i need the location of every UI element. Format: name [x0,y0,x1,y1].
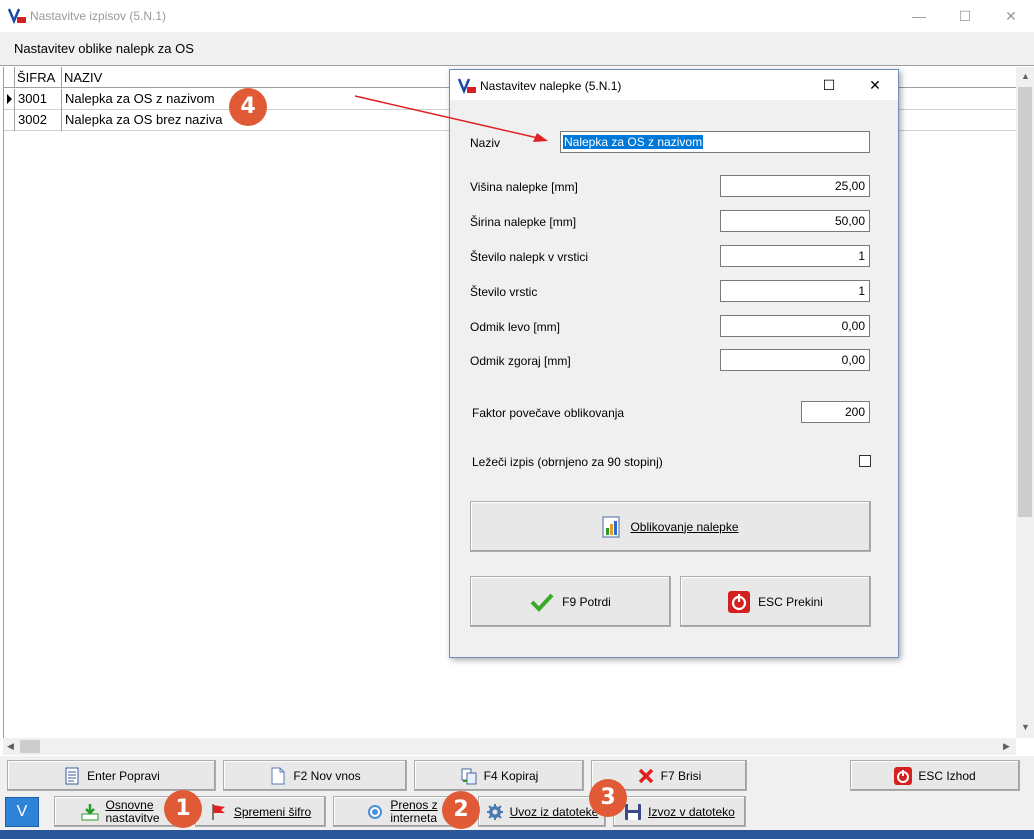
row-indicator [4,110,15,131]
sirina-input[interactable]: 50,00 [720,210,870,232]
f4-kopiraj-button[interactable]: F4 Kopiraj [414,760,584,791]
red-flag-icon [212,803,225,820]
uvoz-label: Uvoz iz datoteke [509,804,599,819]
f7-brisi-label: F7 Brisi [660,768,702,783]
copy-icon [461,768,477,784]
faktor-label: Faktor povečave oblikovanja [472,406,625,420]
izvoz-v-datoteko-button[interactable]: Izvoz v datoteko [613,796,746,827]
uvoz-iz-datoteke-button[interactable]: Uvoz iz datoteke [478,796,606,827]
nastavitev-nalepke-dialog: Nastavitev nalepke (5.N.1) ☐ ✕ Naziv Nal… [449,69,899,658]
minimize-button[interactable]: — [896,0,942,32]
dialog-close-button[interactable]: ✕ [852,70,898,100]
cell-sifra[interactable]: 3001 [15,89,62,110]
osnovne-line1: Osnovne [105,797,154,812]
indicator-header [4,67,15,88]
report-chart-icon [602,516,620,537]
prenos-label: Prenos z interneta [390,797,438,825]
current-row-arrow-icon [7,94,12,104]
lezeci-label: Ležeči izpis (obrnjeno za 90 stopinj) [472,455,663,469]
naziv-input[interactable]: Nalepka za OS z nazivom [560,131,870,153]
step-badge-1: 1 [164,790,202,828]
potrdi-label: F9 Potrdi [562,594,611,609]
row-indicator [4,89,15,110]
izvoz-label: Izvoz v datoteko [648,804,735,819]
odmik-zgoraj-label: Odmik zgoraj [mm] [470,354,571,368]
close-button[interactable]: ✕ [988,0,1034,32]
prekini-label: ESC Prekini [758,594,823,609]
delete-x-icon [638,768,653,783]
power-exit-icon [894,766,913,785]
prenos-line2: interneta [390,810,438,825]
lezeci-checkbox[interactable] [859,455,871,467]
osnovne-line2: nastavitve [105,810,160,825]
esc-prekini-button[interactable]: ESC Prekini [680,576,871,627]
window-titlebar: Nastavitve izpisov (5.N.1) — ☐ ✕ [0,0,1034,32]
faktor-input[interactable]: 200 [801,401,870,423]
dialog-titlebar: Nastavitev nalepke (5.N.1) ☐ ✕ [450,70,898,100]
stevilo-vrstic-input[interactable]: 1 [720,280,870,302]
oblikovanje-nalepke-button[interactable]: Oblikovanje nalepke [470,501,871,552]
scrollbar-thumb[interactable] [20,740,40,753]
download-icon [81,803,99,820]
dialog-maximize-button[interactable]: ☐ [806,70,852,100]
stevilo-vrstic-label: Število vrstic [470,285,538,299]
odmik-levo-label: Odmik levo [mm] [470,320,561,334]
step-badge-3: 3 [589,779,627,817]
odmik-levo-input[interactable]: 0,00 [720,315,870,337]
dialog-title: Nastavitev nalepke (5.N.1) [480,79,622,93]
scroll-right-icon[interactable]: ▶ [1003,741,1010,752]
app-logo-icon [8,8,26,24]
document-edit-icon [65,767,79,784]
page-subtitle-bar: Nastavitev oblike nalepk za OS [0,32,1034,66]
naziv-label: Naziv [470,136,501,150]
f2-nov-vnos-label: F2 Nov vnos [293,768,361,783]
f9-potrdi-button[interactable]: F9 Potrdi [470,576,671,627]
page-subtitle: Nastavitev oblike nalepk za OS [14,41,194,56]
scroll-down-icon[interactable]: ▼ [1021,722,1030,732]
status-strip [0,830,1034,839]
toolbar-actions: Enter Popravi F2 Nov vnos F4 Kopiraj F7 … [0,756,1034,794]
naziv-value: Nalepka za OS z nazivom [563,135,704,149]
floppy-save-icon [625,803,642,820]
maximize-button[interactable]: ☐ [942,0,988,32]
refresh-sync-icon [368,804,383,819]
prenos-line1: Prenos z [390,797,438,812]
v-menu-button[interactable]: V [5,797,39,827]
esc-izhod-label: ESC Izhod [918,768,976,783]
f2-nov-vnos-button[interactable]: F2 Nov vnos [223,760,407,791]
column-header-sifra[interactable]: ŠIFRA [15,67,62,88]
osnovne-nastavitve-label: Osnovne nastavitve [105,797,160,825]
column-header-naziv[interactable]: NAZIV [62,67,452,88]
f4-kopiraj-label: F4 Kopiraj [483,768,539,783]
odmik-zgoraj-input[interactable]: 0,00 [720,349,870,371]
step-badge-4: 4 [229,88,267,126]
scroll-left-icon[interactable]: ◀ [7,741,14,752]
visina-label: Višina nalepke [mm] [470,180,578,194]
cell-sifra[interactable]: 3002 [15,110,62,131]
scroll-up-icon[interactable]: ▲ [1021,71,1030,81]
window-title: Nastavitve izpisov (5.N.1) [30,9,167,23]
checkmark-icon [530,593,554,612]
stevilo-nalepk-input[interactable]: 1 [720,245,870,267]
visina-input[interactable]: 25,00 [720,175,870,197]
new-document-icon [271,767,285,784]
sirina-label: Širina nalepke [mm] [470,215,577,229]
enter-popravi-label: Enter Popravi [87,768,160,783]
horizontal-scrollbar[interactable]: ◀ ▶ [3,738,1016,755]
spremeni-sifro-label: Spremeni šifro [233,804,312,819]
enter-popravi-button[interactable]: Enter Popravi [7,760,216,791]
stevilo-nalepk-label: Število nalepk v vrstici [470,250,589,264]
scrollbar-thumb[interactable] [1018,87,1032,517]
power-cancel-icon [728,590,751,613]
vertical-scrollbar[interactable]: ▲ ▼ [1016,67,1034,738]
esc-izhod-button[interactable]: ESC Izhod [850,760,1020,791]
spremeni-sifro-button[interactable]: Spremeni šifro [195,796,326,827]
step-badge-2: 2 [442,791,480,829]
dialog-app-icon [458,78,476,94]
gear-icon [486,803,503,820]
oblikovanje-label: Oblikovanje nalepke [630,519,739,534]
